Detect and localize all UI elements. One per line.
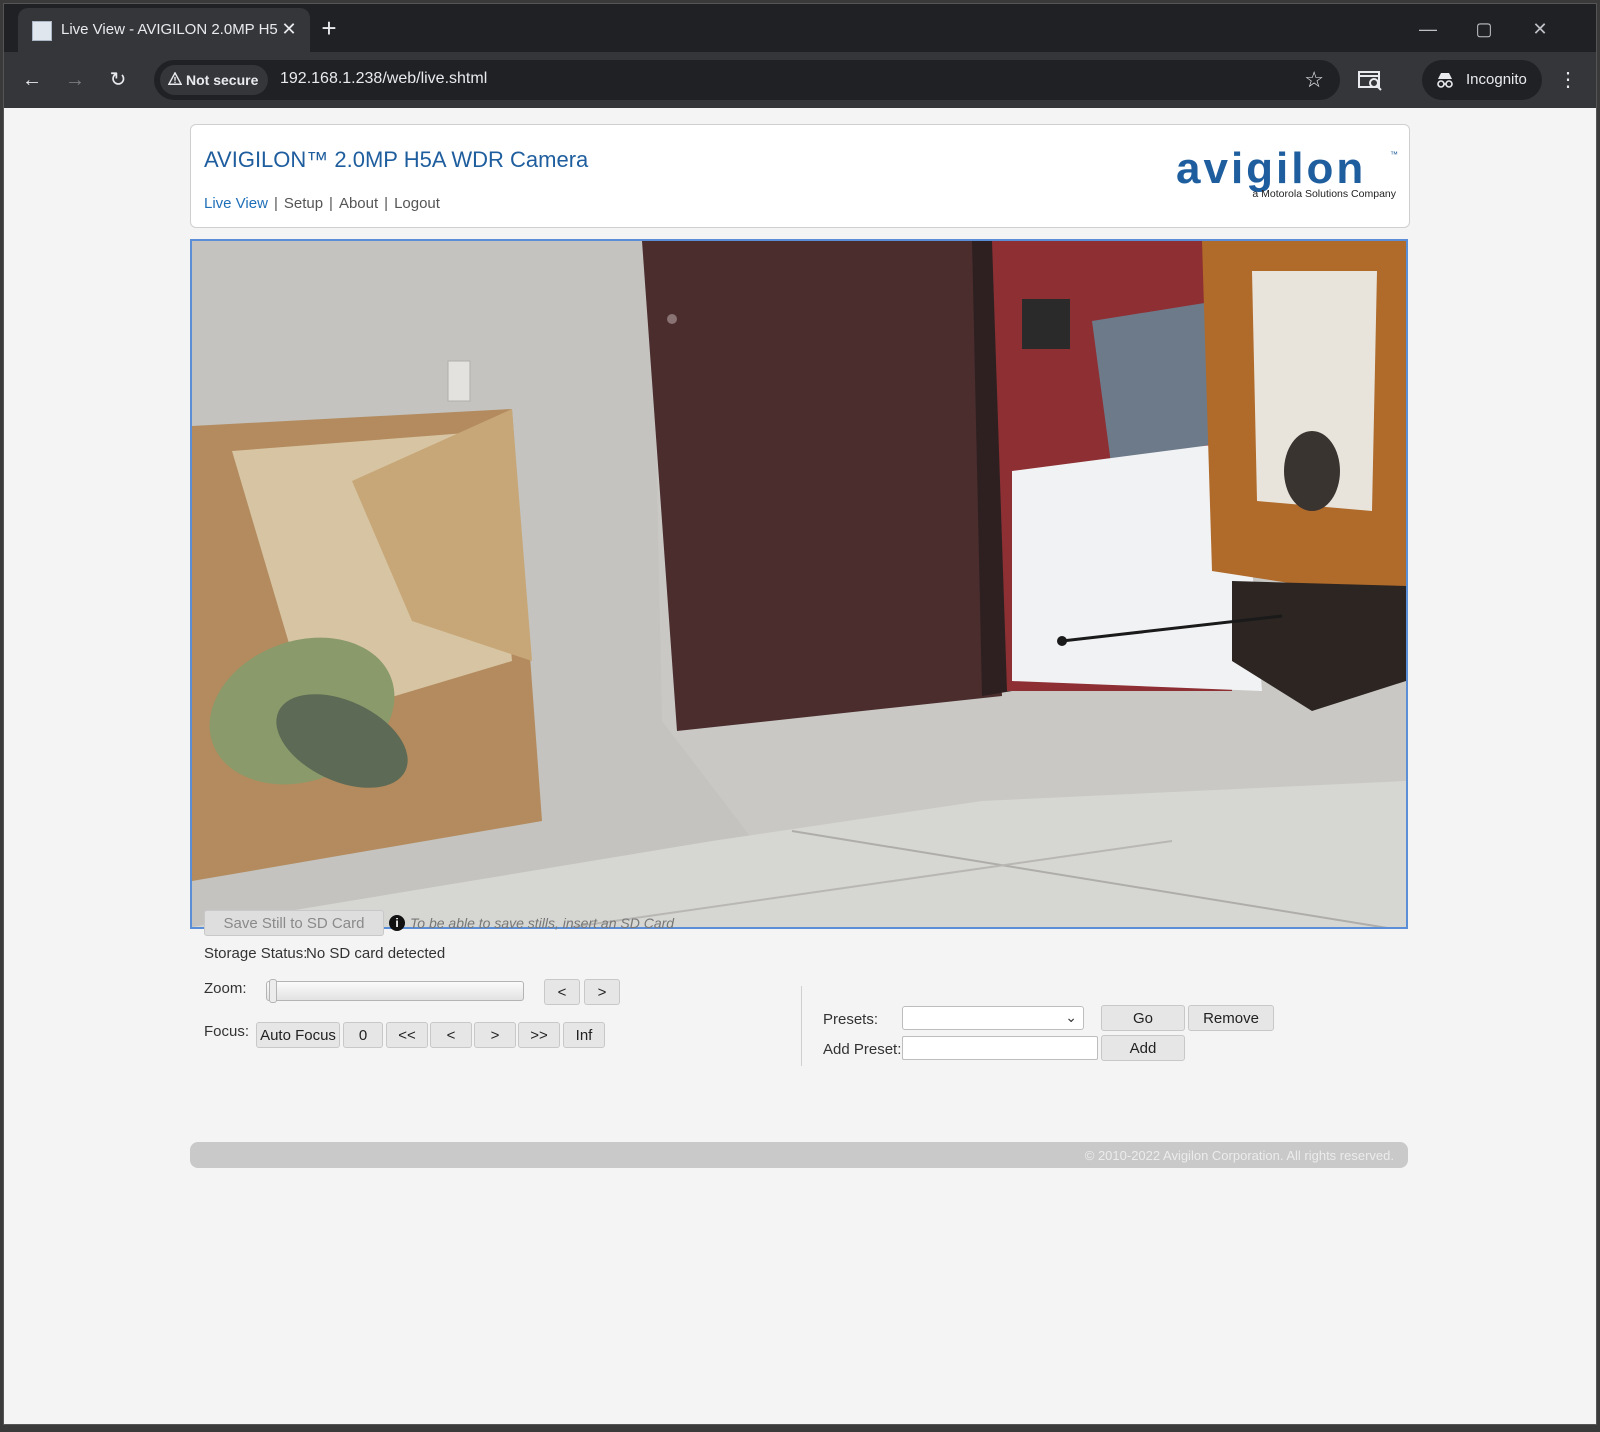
back-icon[interactable]: ← [16, 64, 48, 96]
tab-title: Live View - AVIGILON 2.0MP H5 [61, 21, 278, 38]
side-panel-search-icon[interactable] [1356, 66, 1384, 94]
zoom-out-button[interactable]: < [544, 979, 580, 1005]
copyright-text: © 2010-2022 Avigilon Corporation. All ri… [1084, 1148, 1394, 1163]
focus-far-forward-button[interactable]: >> [518, 1022, 560, 1048]
nav-separator: | [329, 195, 333, 212]
nav-separator: | [273, 195, 278, 212]
presets-select[interactable]: ⌄ [902, 1006, 1084, 1030]
security-chip[interactable]: Not secure [160, 65, 269, 95]
focus-label: Focus: [204, 1023, 250, 1040]
page-title: AVIGILON™ 2.0MP H5A WDR Camera [204, 147, 589, 172]
close-window-icon[interactable]: ✕ [1520, 14, 1560, 44]
nav-about[interactable]: About [339, 195, 378, 212]
nav-logout[interactable]: Logout [394, 195, 440, 212]
save-still-button[interactable]: Save Still to SD Card [204, 910, 384, 936]
storage-status-value: No SD card detected [306, 945, 446, 962]
chevron-down-icon: ⌄ [1065, 1009, 1077, 1025]
address-bar[interactable]: Not secure 192.168.1.238/web/live.shtml … [154, 60, 1340, 100]
live-video-view[interactable] [190, 239, 1408, 929]
maximize-icon[interactable]: ▢ [1464, 14, 1504, 44]
nav-setup[interactable]: Setup [284, 195, 323, 212]
focus-back-button[interactable]: < [430, 1022, 472, 1048]
avigilon-logo: avigilon ™ a Motorola Solutions Company [1176, 145, 1398, 200]
focus-far-back-button[interactable]: << [386, 1022, 428, 1048]
zoom-slider[interactable] [266, 979, 524, 1003]
go-button[interactable]: Go [1101, 1005, 1185, 1031]
new-tab-icon[interactable]: + [314, 14, 344, 44]
reload-icon[interactable]: ↻ [102, 64, 134, 96]
nav-separator: | [384, 195, 389, 212]
logo-trademark: ™ [1390, 150, 1398, 159]
bookmark-star-icon[interactable]: ☆ [1304, 66, 1324, 94]
browser-tab[interactable]: Live View - AVIGILON 2.0MP H5 ✕ [18, 8, 310, 52]
auto-focus-button[interactable]: Auto Focus [256, 1022, 340, 1048]
page-content: AVIGILON™ 2.0MP H5A WDR Camera Live View… [4, 108, 1596, 1424]
close-tab-icon[interactable]: ✕ [278, 18, 300, 40]
focus-infinity-button[interactable]: Inf [563, 1022, 605, 1048]
incognito-chip[interactable]: Incognito [1422, 60, 1542, 100]
add-preset-input[interactable] [902, 1036, 1098, 1060]
warning-icon [168, 72, 182, 85]
nav-live-view[interactable]: Live View [204, 195, 268, 212]
camera-feed-image [192, 241, 1406, 927]
focus-zero-button[interactable]: 0 [343, 1022, 383, 1048]
add-preset-label: Add Preset: [823, 1041, 902, 1058]
minimize-icon[interactable]: — [1408, 14, 1448, 44]
incognito-icon [1437, 73, 1453, 88]
sd-card-hint: To be able to save stills, insert an SD … [410, 915, 675, 931]
add-button[interactable]: Add [1101, 1035, 1185, 1061]
browser-toolbar: ← → ↻ Not secure 192.168.1.238/web/live.… [4, 52, 1596, 108]
zoom-slider-thumb[interactable] [269, 979, 277, 1003]
focus-forward-button[interactable]: > [474, 1022, 516, 1048]
url-text: 192.168.1.238/web/live.shtml [280, 70, 488, 87]
storage-status-label: Storage Status: [204, 945, 308, 962]
security-label: Not secure [186, 72, 259, 88]
page-footer: © 2010-2022 Avigilon Corporation. All ri… [190, 1142, 1408, 1168]
presets-label: Presets: [823, 1011, 879, 1028]
controls-divider [801, 986, 802, 1066]
logo-tagline: a Motorola Solutions Company [1252, 188, 1396, 200]
browser-window: Live View - AVIGILON 2.0MP H5 ✕ + — ▢ ✕ … [4, 4, 1596, 1424]
page-favicon-icon [32, 21, 52, 41]
tab-strip: Live View - AVIGILON 2.0MP H5 ✕ + — ▢ ✕ [4, 4, 1596, 52]
remove-button[interactable]: Remove [1188, 1005, 1274, 1031]
incognito-label: Incognito [1466, 71, 1527, 88]
camera-header: AVIGILON™ 2.0MP H5A WDR Camera Live View… [190, 124, 1410, 228]
browser-menu-icon[interactable]: ⋮ [1556, 64, 1580, 96]
zoom-in-button[interactable]: > [584, 979, 620, 1005]
forward-icon[interactable]: → [59, 64, 91, 96]
zoom-label: Zoom: [204, 980, 247, 997]
main-nav: Live View | Setup | About | Logout [204, 195, 440, 212]
info-icon: i [389, 915, 405, 931]
logo-wordmark: avigilon [1176, 145, 1366, 193]
